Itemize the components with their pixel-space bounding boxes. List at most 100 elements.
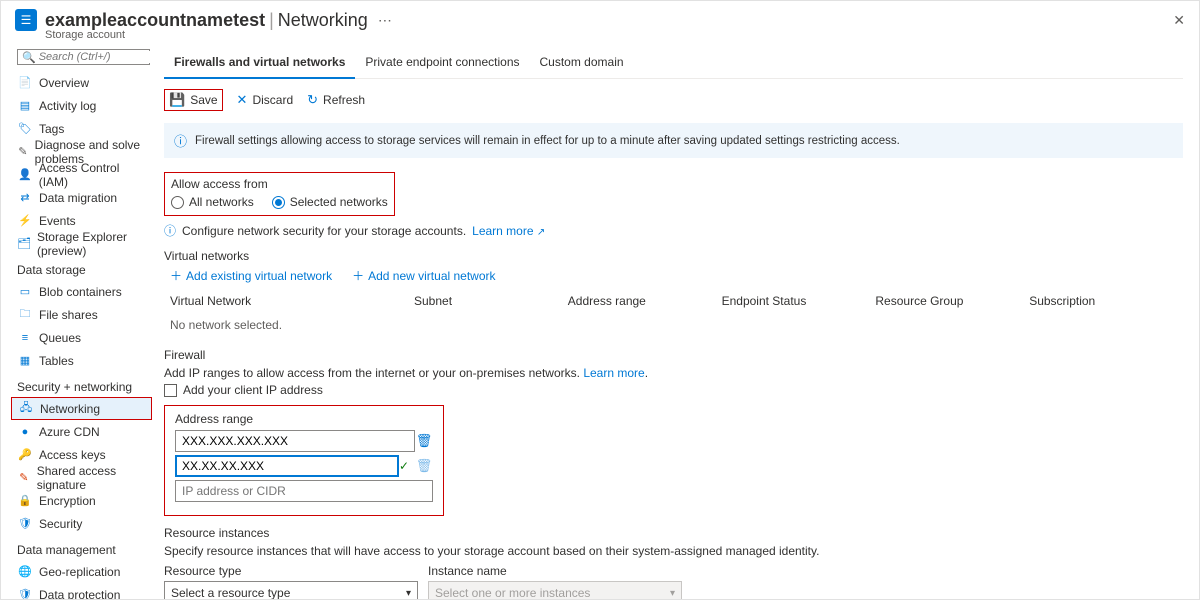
- sidebar-item-label: Events: [39, 214, 76, 228]
- ip-input-placeholder[interactable]: [175, 480, 433, 502]
- ri-title: Resource instances: [164, 526, 1183, 540]
- sb-top: 📄Overview▤Activity log🏷Tags✎Diagnose and…: [11, 71, 156, 255]
- learn-more-link[interactable]: Learn more ↗: [472, 224, 545, 238]
- sidebar-item-label: Geo-replication: [39, 565, 120, 579]
- sidebar-item[interactable]: 🌐 Geo-replication: [11, 560, 156, 583]
- add-client-ip-checkbox[interactable]: Add your client IP address: [164, 383, 1183, 397]
- sidebar-item-label: Tables: [39, 354, 74, 368]
- sidebar-icon: 🔒: [17, 493, 33, 509]
- ip-row: ✓ 🗑: [175, 455, 433, 477]
- config-help: ⓘ Configure network security for your st…: [164, 222, 1183, 239]
- sidebar-item[interactable]: 🛡 Data protection: [11, 583, 156, 599]
- sidebar-item-label: Data migration: [39, 191, 117, 205]
- sidebar-icon: ▤: [17, 98, 33, 114]
- sidebar-icon: 📄: [17, 75, 33, 91]
- sidebar-item[interactable]: 👤Access Control (IAM): [11, 163, 156, 186]
- tabs: Firewalls and virtual networks Private e…: [164, 47, 1183, 79]
- discard-button[interactable]: ✕Discard: [237, 92, 294, 108]
- ip-row: 🗑: [175, 430, 433, 452]
- sidebar-icon: ▭: [17, 284, 33, 300]
- sidebar-item[interactable]: ⇄ Data migration: [11, 186, 156, 209]
- sidebar-icon: 🏷: [17, 121, 33, 137]
- sidebar-icon: 🗂: [17, 236, 31, 252]
- sidebar-icon: 🖧: [18, 401, 34, 417]
- sidebar-item[interactable]: ✎ Shared access signature: [11, 466, 156, 489]
- sidebar-icon: ⚡: [17, 213, 33, 229]
- tab-private-endpoint[interactable]: Private endpoint connections: [355, 47, 529, 78]
- add-new-vnet[interactable]: ＋Add new virtual network: [352, 267, 495, 284]
- sidebar-item-label: Networking: [40, 402, 100, 416]
- tab-custom-domain[interactable]: Custom domain: [530, 47, 634, 78]
- sidebar-item[interactable]: ●Azure CDN: [11, 420, 156, 443]
- sidebar-item-label: Access keys: [39, 448, 106, 462]
- info-icon: ⓘ: [164, 222, 176, 239]
- sidebar-item[interactable]: ▭ Blob containers: [11, 280, 156, 303]
- sidebar-section: Data management: [11, 535, 156, 560]
- ip-input[interactable]: [175, 430, 415, 452]
- sidebar-item-label: Activity log: [39, 99, 96, 113]
- sidebar-item-label: Blob containers: [39, 285, 122, 299]
- sidebar-icon: 🌐: [17, 564, 33, 580]
- sidebar-icon: ⇄: [17, 190, 33, 206]
- address-range-box: Address range 🗑 ✓ 🗑: [164, 405, 444, 516]
- sidebar-item[interactable]: ▤ Activity log: [11, 94, 156, 117]
- page-subtitle: Storage account: [45, 29, 1199, 41]
- delete-icon[interactable]: 🗑: [415, 458, 433, 474]
- tab-firewalls[interactable]: Firewalls and virtual networks: [164, 47, 355, 79]
- sidebar-item[interactable]: ≡Queues: [11, 326, 156, 349]
- save-icon: 💾: [169, 92, 185, 108]
- radio-all-networks[interactable]: All networks: [171, 195, 254, 209]
- sidebar-item[interactable]: 🔒 Encryption: [11, 489, 156, 512]
- vnet-table-header: Virtual NetworkSubnetAddress rangeEndpoi…: [164, 290, 1183, 312]
- sidebar-icon: 🛡: [17, 516, 33, 532]
- chevron-down-icon: ▾: [406, 588, 411, 599]
- sidebar-item[interactable]: ▦ Tables: [11, 349, 156, 372]
- radio-selected-networks[interactable]: Selected networks: [272, 195, 388, 209]
- sidebar-icon: ✎: [17, 470, 31, 486]
- sidebar-icon: 🗀: [17, 307, 33, 323]
- sidebar-item[interactable]: 🗂 Storage Explorer (preview): [11, 232, 156, 255]
- chevron-down-icon: ▾: [670, 588, 675, 599]
- add-existing-vnet[interactable]: ＋Add existing virtual network: [170, 267, 332, 284]
- sidebar-item-label: Data protection: [39, 588, 120, 600]
- sidebar-item-label: Overview: [39, 76, 89, 90]
- learn-more-link[interactable]: Learn more: [583, 366, 644, 380]
- vnet-title: Virtual networks: [164, 249, 1183, 263]
- sidebar-section: Security + networking: [11, 372, 156, 397]
- save-button[interactable]: 💾Save: [169, 92, 218, 108]
- firewall-title: Firewall: [164, 348, 1183, 362]
- close-icon[interactable]: ✕: [1173, 12, 1185, 29]
- sidebar-icon: 🛡: [17, 587, 33, 600]
- search-input[interactable]: 🔍 «: [17, 49, 150, 65]
- sidebar-icon: ▦: [17, 353, 33, 369]
- allow-access-label: Allow access from: [171, 177, 388, 191]
- storage-icon: ☰: [15, 9, 37, 31]
- instance-name-select[interactable]: Select one or more instances▾: [428, 581, 682, 599]
- sidebar-icon: ●: [17, 424, 33, 440]
- sidebar-item[interactable]: 📄 Overview: [11, 71, 156, 94]
- refresh-button[interactable]: ↻Refresh: [307, 92, 365, 108]
- sidebar-item[interactable]: 🖧 Networking: [11, 397, 152, 420]
- sidebar-item-label: File shares: [39, 308, 98, 322]
- ip-row: [175, 480, 433, 502]
- sidebar-item-label: Shared access signature: [37, 464, 150, 492]
- sidebar-icon: ≡: [17, 330, 33, 346]
- ip-input[interactable]: [175, 455, 399, 477]
- instance-name-label: Instance name: [428, 564, 682, 578]
- sidebar-icon: ✎: [17, 144, 29, 160]
- more-button[interactable]: ⋯: [378, 12, 392, 29]
- firewall-desc: Add IP ranges to allow access from the i…: [164, 366, 1183, 380]
- info-icon: ⓘ: [174, 131, 187, 150]
- resource-type-select[interactable]: Select a resource type▾: [164, 581, 418, 599]
- sidebar-item[interactable]: 🛡 Security: [11, 512, 156, 535]
- sidebar-item-label: Security: [39, 517, 82, 531]
- refresh-icon: ↻: [307, 92, 318, 108]
- close-icon: ✕: [237, 92, 248, 108]
- sidebar-item-label: Storage Explorer (preview): [37, 230, 150, 258]
- sidebar: 🔍 « 📄Overview▤Activity log🏷Tags✎Diagnose…: [1, 47, 156, 599]
- sidebar-item[interactable]: 🗀 File shares: [11, 303, 156, 326]
- allow-access-section: Allow access from All networks Selected …: [164, 172, 395, 216]
- sidebar-item-label: Encryption: [39, 494, 96, 508]
- info-banner: ⓘ Firewall settings allowing access to s…: [164, 123, 1183, 158]
- delete-icon[interactable]: 🗑: [415, 433, 433, 449]
